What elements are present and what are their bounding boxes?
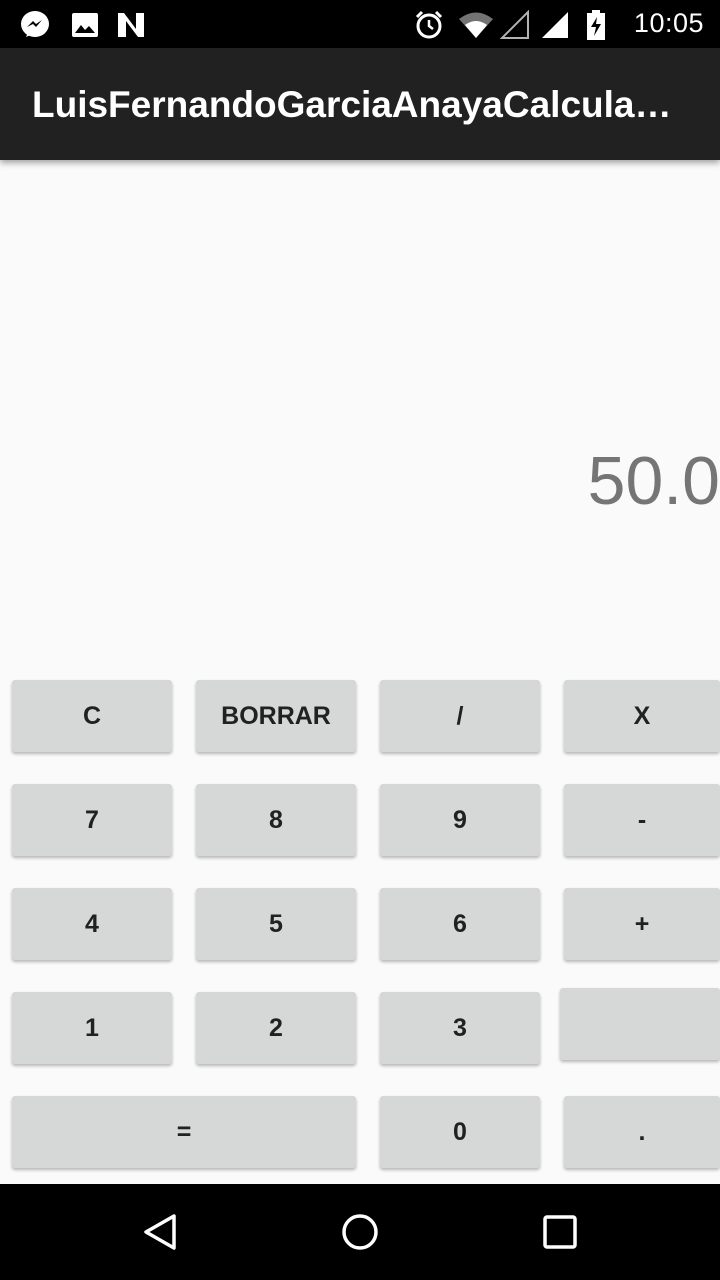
digit-3-button[interactable]: 3 [380,992,540,1064]
digit-8-button[interactable]: 8 [196,784,356,856]
decimal-button[interactable]: . [564,1096,720,1168]
digit-4-button[interactable]: 4 [12,888,172,960]
clear-button[interactable]: C [12,680,172,752]
multiply-button[interactable]: X [564,680,720,752]
digit-5-button[interactable]: 5 [196,888,356,960]
delete-button[interactable]: BORRAR [196,680,356,752]
digit-2-button[interactable]: 2 [196,992,356,1064]
digit-7-button[interactable]: 7 [12,784,172,856]
app-bar: LuisFernandoGarciaAnayaCalcula… [0,48,720,160]
result-display: 50.0 [587,443,720,519]
signal-empty-icon [500,10,530,40]
digit-9-button[interactable]: 9 [380,784,540,856]
wifi-icon [458,10,494,40]
digit-1-button[interactable]: 1 [12,992,172,1064]
digit-6-button[interactable]: 6 [380,888,540,960]
back-icon[interactable] [140,1212,180,1252]
app-title: LuisFernandoGarciaAnayaCalcula… [32,84,672,125]
plus-button[interactable]: + [564,888,720,960]
signal-full-icon [540,10,570,40]
recents-icon[interactable] [540,1212,580,1252]
equals-button[interactable]: = [12,1096,356,1168]
clock-time: 10:05 [633,8,704,38]
divide-button[interactable]: / [380,680,540,752]
blank-button[interactable] [560,988,720,1060]
minus-button[interactable]: - [564,784,720,856]
alarm-icon [414,10,444,40]
messenger-icon [20,10,50,40]
navigation-bar [0,1184,720,1280]
battery-charging-icon [586,10,606,40]
calculator-screen: 50.0 C BORRAR / X 7 8 9 - 4 5 6 + 1 2 3 … [0,160,720,1184]
image-icon [70,10,100,40]
digit-0-button[interactable]: 0 [380,1096,540,1168]
status-bar: 10:05 [0,0,720,48]
home-icon[interactable] [340,1212,380,1252]
n-notification-icon [116,10,146,40]
